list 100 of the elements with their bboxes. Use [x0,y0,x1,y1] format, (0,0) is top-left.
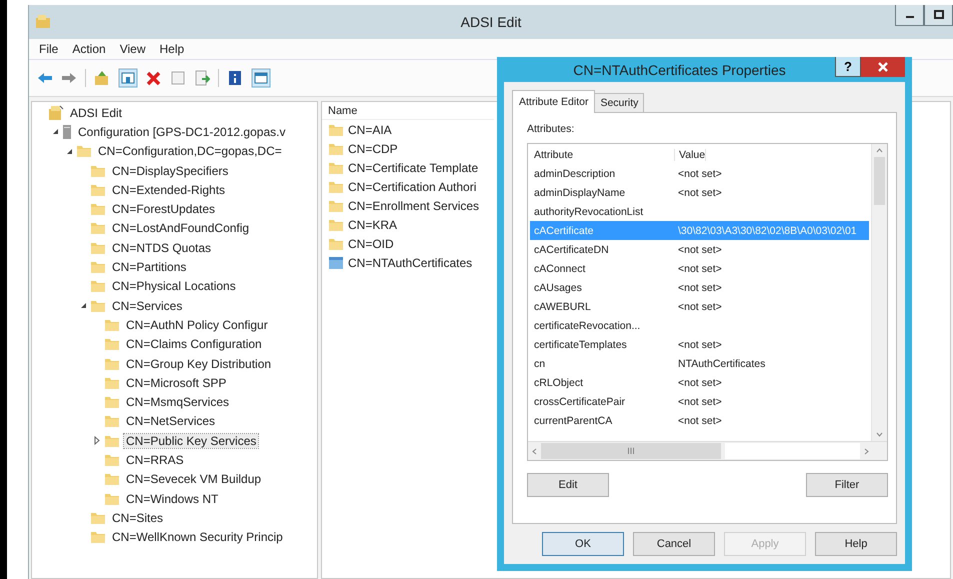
column-header[interactable]: Value [675,149,706,161]
dialog-button[interactable]: Cancel [633,532,715,556]
close-icon [878,62,888,72]
tree-item[interactable]: CN=MsmqServices [124,395,232,410]
tree-item[interactable]: CN=Physical Locations [110,279,238,294]
menu-item[interactable]: Help [160,42,184,56]
menu-item[interactable]: Action [72,42,106,56]
list-item[interactable]: CN=Enrollment Services [348,198,480,212]
attribute-value: <not set> [677,338,722,350]
scroll-thumb[interactable] [874,157,885,205]
folder-up-icon[interactable] [94,70,110,86]
attribute-name: cAUsages [533,282,583,294]
attribute-value: \30\82\03\A3\30\82\02\8B\A0\03\02\01 [677,224,857,236]
attribute-name: crossCertificatePair [533,396,626,408]
tree-item[interactable]: CN=NTDS Quotas [110,240,214,255]
menu-item[interactable]: View [120,42,146,56]
tree-item[interactable]: CN=NetServices [124,414,218,428]
tree-item[interactable]: CN=Services [110,298,184,313]
tab[interactable]: Attribute Editor [512,90,596,113]
attribute-name: cRLObject [533,376,584,388]
attribute-name: adminDescription [533,168,616,180]
expanded-arrow-icon[interactable] [52,128,58,136]
tree-item[interactable]: CN=Public Key Services [124,434,258,448]
attribute-row[interactable]: adminDisplayName <not set> [530,183,869,202]
menu-item[interactable]: File [39,42,58,56]
tree-item[interactable]: CN=WellKnown Security Princip [110,530,285,544]
scroll-down-icon[interactable] [876,432,883,437]
list-item[interactable]: CN=OID [348,236,394,250]
attribute-row[interactable]: cAUsages <not set> [530,278,869,297]
tree-item[interactable]: CN=LostAndFoundConfig [110,221,252,236]
help-book-icon[interactable] [227,70,243,86]
attribute-row[interactable]: cn NTAuthCertificates [530,354,869,373]
list-item[interactable]: CN=Certificate Template [348,160,478,174]
attribute-row[interactable]: currentParentCA <not set> [530,411,869,430]
list-item[interactable]: CN=Certification Authori [348,180,476,194]
dialog-button[interactable]: Help [815,532,897,556]
list-item[interactable]: CN=AIA [348,122,392,136]
folder-icon [328,198,344,212]
tree-item[interactable]: CN=ForestUpdates [110,202,218,216]
tree-item[interactable]: CN=AuthN Policy Configur [124,318,270,332]
tree-item[interactable]: CN=Microsoft SPP [124,376,228,390]
scroll-left-icon[interactable] [532,448,537,454]
attribute-row[interactable]: certificateTemplates <not set> [530,335,869,354]
column-header[interactable]: Attribute [530,149,675,161]
attribute-value: <not set> [677,376,722,388]
tree-item[interactable]: CN=Group Key Distribution [124,356,274,370]
tree-item[interactable]: CN=RRAS [124,452,186,467]
attribute-row[interactable]: cRLObject <not set> [530,373,869,392]
folder-icon [104,414,120,428]
properties-icon[interactable] [118,68,138,88]
tree-item[interactable]: CN=Partitions [110,260,188,274]
attribute-row[interactable]: certificateRevocation... [530,316,869,335]
expanded-arrow-icon[interactable] [66,148,72,155]
column-header[interactable]: Name [322,102,494,120]
minimize-button[interactable] [895,5,924,26]
delete-icon[interactable] [146,70,162,86]
tree-item[interactable]: CN=Sites [110,510,166,525]
tree-item[interactable]: CN=DisplaySpecifiers [110,164,230,178]
tab[interactable]: Security [594,93,644,112]
attribute-name: adminDisplayName [533,186,626,198]
tree-item[interactable]: CN=Windows NT [124,492,220,506]
folder-icon [104,395,120,410]
edit-button[interactable]: Edit [527,473,609,497]
tree-item[interactable]: CN=Configuration,DC=gopas,DC= [96,144,284,158]
close-button[interactable] [861,57,905,77]
tree-item[interactable]: CN=Extended-Rights [110,182,228,197]
folder-icon [90,240,106,255]
back-arrow-icon[interactable] [37,72,53,84]
attribute-row[interactable]: adminDescription <not set> [530,164,869,183]
forward-arrow-icon[interactable] [61,72,77,84]
sheet-icon[interactable] [170,70,186,86]
list-item[interactable]: CN=NTAuthCertificates [348,256,472,270]
attribute-row[interactable]: cAConnect <not set> [530,259,869,278]
folder-icon [90,260,106,274]
help-button[interactable]: ? [835,57,861,77]
folder-icon [104,318,120,332]
list-item[interactable]: CN=KRA [348,218,398,232]
maximize-button[interactable] [924,5,953,26]
folder-icon [328,236,344,250]
list-item[interactable]: CN=CDP [348,142,398,156]
tree-item[interactable]: CN=Sevecek VM Buildup [124,472,264,486]
scroll-up-icon[interactable] [876,148,883,153]
attribute-row[interactable]: authorityRevocationList [530,202,869,221]
collapsed-arrow-icon[interactable] [94,436,100,446]
attribute-row[interactable]: cACertificateDN <not set> [530,240,869,259]
expanded-arrow-icon[interactable] [80,302,86,310]
folder-icon [328,180,344,194]
view-icon[interactable] [251,68,271,88]
filter-button[interactable]: Filter [806,473,888,497]
tree-item[interactable]: ADSI Edit [68,106,124,120]
folder-icon [328,218,344,232]
export-icon[interactable] [194,70,210,86]
scroll-right-icon[interactable] [864,448,869,454]
attribute-row[interactable]: crossCertificatePair <not set> [530,392,869,411]
folder-icon [104,337,120,352]
vertical-scrollbar[interactable] [871,144,887,441]
dialog-button[interactable]: OK [542,532,624,556]
tree-item[interactable]: CN=Claims Configuration [124,337,264,352]
attribute-row[interactable]: cAWEBURL <not set> [530,297,869,316]
tree-item[interactable]: Configuration [GPS-DC1-2012.gopas.v [76,124,288,139]
